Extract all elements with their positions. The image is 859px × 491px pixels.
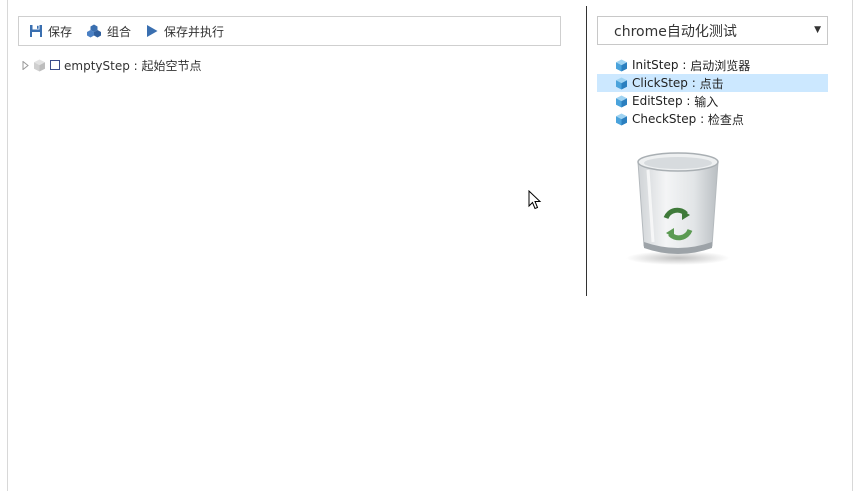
save-label: 保存 xyxy=(48,24,73,39)
step-name: EditStep xyxy=(632,94,683,108)
cube-icon xyxy=(616,59,627,71)
step-name: InitStep xyxy=(632,58,679,72)
step-item-check[interactable]: CheckStep : 检查点 xyxy=(597,110,828,128)
tree-node-checkbox[interactable] xyxy=(50,60,60,70)
step-item-click[interactable]: ClickStep : 点击 xyxy=(597,74,828,92)
save-run-button[interactable]: 保存并执行 xyxy=(145,23,224,40)
save-run-label: 保存并执行 xyxy=(164,24,225,39)
step-item-init[interactable]: InitStep : 启动浏览器 xyxy=(597,56,828,74)
cube-icon xyxy=(34,59,45,71)
step-separator: : xyxy=(696,112,708,126)
panel-divider[interactable] xyxy=(586,6,587,296)
step-separator: : xyxy=(687,76,700,90)
step-separator: : xyxy=(678,58,691,72)
step-desc: 检查点 xyxy=(707,112,744,127)
browser-select[interactable]: chrome自动化测试 ▼ xyxy=(597,16,828,45)
save-button[interactable]: 保存 xyxy=(29,23,72,40)
step-desc: 点击 xyxy=(699,76,724,91)
cube-icon xyxy=(616,95,627,107)
step-tree: emptyStep : 起始空节点 xyxy=(22,57,206,73)
combine-button[interactable]: 组合 xyxy=(86,23,131,40)
tree-node-label[interactable]: emptyStep : 起始空节点 xyxy=(64,57,202,74)
step-desc: 输入 xyxy=(694,94,719,109)
step-name: CheckStep xyxy=(632,112,697,126)
tree-node-desc: 起始空节点 xyxy=(141,58,202,73)
dropdown-arrow-icon: ▼ xyxy=(814,25,821,35)
toolbar: 保存 组合 保存并执行 xyxy=(18,16,561,46)
tree-node-separator: : xyxy=(129,58,142,73)
step-item-edit[interactable]: EditStep : 输入 xyxy=(597,92,828,110)
tree-node-name: emptyStep xyxy=(64,58,130,73)
play-icon xyxy=(147,25,158,37)
step-name: ClickStep xyxy=(632,76,688,90)
step-library: InitStep : 启动浏览器 ClickStep : 点击 EditStep… xyxy=(597,56,828,128)
cubes-icon xyxy=(87,24,102,38)
recycle-bin-icon xyxy=(626,152,730,265)
save-icon xyxy=(30,25,42,37)
cube-icon xyxy=(616,113,627,125)
mouse-cursor-icon xyxy=(528,189,542,213)
expand-arrow-icon[interactable] xyxy=(22,60,29,70)
recycle-bin[interactable] xyxy=(622,150,738,269)
browser-select-value: chrome自动化测试 xyxy=(614,23,737,40)
step-desc: 启动浏览器 xyxy=(690,58,751,73)
step-separator: : xyxy=(682,94,695,108)
cube-icon xyxy=(616,77,627,89)
tree-node-root[interactable]: emptyStep : 起始空节点 xyxy=(22,57,206,73)
combine-label: 组合 xyxy=(107,24,132,39)
